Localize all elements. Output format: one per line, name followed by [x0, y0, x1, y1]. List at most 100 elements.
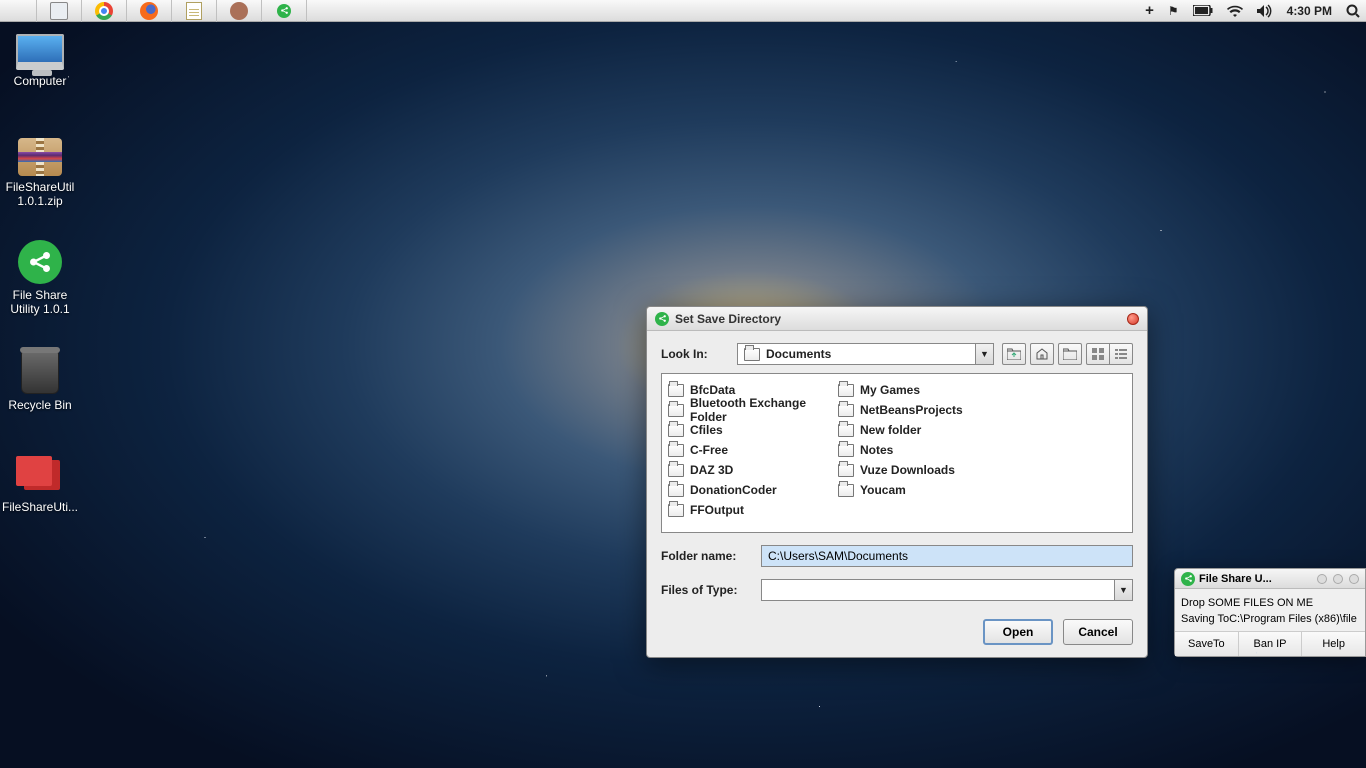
fileshare-titlebar[interactable]: File Share U... [1175, 569, 1365, 589]
folder-label: C-Free [690, 443, 728, 457]
tray-firefox[interactable] [126, 0, 172, 22]
folder-icon [668, 464, 684, 477]
folder-label: BfcData [690, 383, 735, 397]
folder-item[interactable]: DonationCoder [668, 480, 838, 500]
zip-icon [18, 138, 62, 176]
status-volume-icon[interactable] [1257, 4, 1273, 18]
apple-menu[interactable] [7, 0, 31, 22]
filetype-dropdown-arrow[interactable]: ▼ [1114, 580, 1132, 600]
safari-icon [50, 2, 68, 20]
save-path: Saving ToC:\Program Files (x86)\file [1181, 611, 1359, 627]
save-dialog: Set Save Directory Look In: Documents ▼ [646, 306, 1148, 658]
folder-item[interactable]: Vuze Downloads [838, 460, 1008, 480]
window-button-3[interactable] [1349, 574, 1359, 584]
drop-hint: Drop SOME FILES ON ME [1181, 595, 1359, 611]
folder-label: DAZ 3D [690, 463, 733, 477]
folder-label: My Games [860, 383, 920, 397]
dialog-title: Set Save Directory [675, 312, 781, 326]
status-search-icon[interactable] [1346, 4, 1360, 18]
status-clock[interactable]: 4:30 PM [1287, 4, 1332, 18]
cancel-button[interactable]: Cancel [1063, 619, 1133, 645]
view-list-button[interactable] [1109, 343, 1133, 365]
help-button[interactable]: Help [1302, 632, 1365, 656]
dialog-titlebar[interactable]: Set Save Directory [647, 307, 1147, 331]
lookin-dropdown-arrow[interactable]: ▼ [975, 344, 993, 364]
icon-label: File Share Utility 1.0.1 [0, 288, 80, 316]
new-folder-button[interactable] [1058, 343, 1082, 365]
status-flag-icon[interactable]: ⚑ [1168, 4, 1179, 18]
status-wifi-icon[interactable] [1227, 5, 1243, 17]
folder-item[interactable]: NetBeansProjects [838, 400, 1008, 420]
folder-icon [668, 484, 684, 497]
fileshare-app-icon [1181, 572, 1195, 586]
icon-label: Computer [14, 74, 67, 88]
lookin-label: Look In: [661, 347, 729, 361]
open-button[interactable]: Open [983, 619, 1053, 645]
folder-item[interactable]: My Games [838, 380, 1008, 400]
home-button[interactable] [1030, 343, 1054, 365]
folder-item[interactable]: Bluetooth Exchange Folder [668, 400, 838, 420]
tray-safari[interactable] [36, 0, 82, 22]
desktop-icon-vm[interactable]: FileShareUti... [0, 456, 80, 514]
folder-label: Cfiles [690, 423, 723, 437]
tray-notes[interactable] [171, 0, 217, 22]
fileshare-title: File Share U... [1199, 573, 1272, 585]
icon-label: Recycle Bin [8, 398, 71, 412]
close-button[interactable] [1127, 313, 1139, 325]
icon-label: FileShareUtil 1.0.1.zip [0, 180, 80, 208]
up-folder-button[interactable] [1002, 343, 1026, 365]
tray-chrome[interactable] [81, 0, 127, 22]
folder-icon [838, 384, 854, 397]
folder-icon [838, 444, 854, 457]
folder-item[interactable]: New folder [838, 420, 1008, 440]
folder-label: Vuze Downloads [860, 463, 955, 477]
folder-label: NetBeansProjects [860, 403, 963, 417]
folder-icon [668, 504, 684, 517]
lookin-combo[interactable]: Documents ▼ [737, 343, 994, 365]
view-icons-button[interactable] [1086, 343, 1110, 365]
trash-icon [21, 350, 59, 394]
folder-item[interactable]: Notes [838, 440, 1008, 460]
folder-item[interactable]: C-Free [668, 440, 838, 460]
folder-label: Youcam [860, 483, 906, 497]
saveto-button[interactable]: SaveTo [1175, 632, 1239, 656]
folder-item[interactable]: FFOutput [668, 500, 838, 520]
folder-label: DonationCoder [690, 483, 777, 497]
share-icon [277, 4, 291, 18]
chrome-icon [95, 2, 113, 20]
file-type-label: Files of Type: [661, 583, 753, 597]
folder-icon [668, 444, 684, 457]
file-list[interactable]: BfcData Bluetooth Exchange Folder Cfiles C-… [661, 373, 1133, 533]
menubar: + ⚑ 4:30 PM [0, 0, 1366, 22]
tray-app5[interactable] [216, 0, 262, 22]
desktop-icon-recyclebin[interactable]: Recycle Bin [0, 350, 80, 412]
dialog-app-icon [655, 312, 669, 326]
fileshare-window: File Share U... Drop SOME FILES ON ME Sa… [1174, 568, 1366, 657]
folder-icon [838, 404, 854, 417]
desktop-icon-zip[interactable]: FileShareUtil 1.0.1.zip [0, 138, 80, 208]
round-icon [230, 2, 248, 20]
folder-icon [668, 404, 684, 417]
folder-item[interactable]: Youcam [838, 480, 1008, 500]
window-button-2[interactable] [1333, 574, 1343, 584]
desktop-icon-computer[interactable]: Computer [0, 34, 80, 88]
folder-item[interactable]: DAZ 3D [668, 460, 838, 480]
folder-icon [668, 384, 684, 397]
window-button-1[interactable] [1317, 574, 1327, 584]
banip-button[interactable]: Ban IP [1239, 632, 1303, 656]
share-app-icon [18, 240, 62, 284]
folder-icon [744, 348, 760, 361]
tray-fileshare[interactable] [261, 0, 307, 22]
vm-icon [16, 456, 64, 496]
folder-item[interactable]: Cfiles [668, 420, 838, 440]
file-type-combo[interactable]: ▼ [761, 579, 1133, 601]
folder-label: New folder [860, 423, 921, 437]
folder-icon [668, 424, 684, 437]
status-add-icon[interactable]: + [1145, 2, 1154, 19]
status-battery-icon[interactable] [1193, 5, 1213, 16]
folder-label: FFOutput [690, 503, 744, 517]
folder-name-input[interactable] [761, 545, 1133, 567]
desktop-icon-fileshare[interactable]: File Share Utility 1.0.1 [0, 240, 80, 316]
folder-label: Notes [860, 443, 893, 457]
folder-name-label: Folder name: [661, 549, 753, 563]
